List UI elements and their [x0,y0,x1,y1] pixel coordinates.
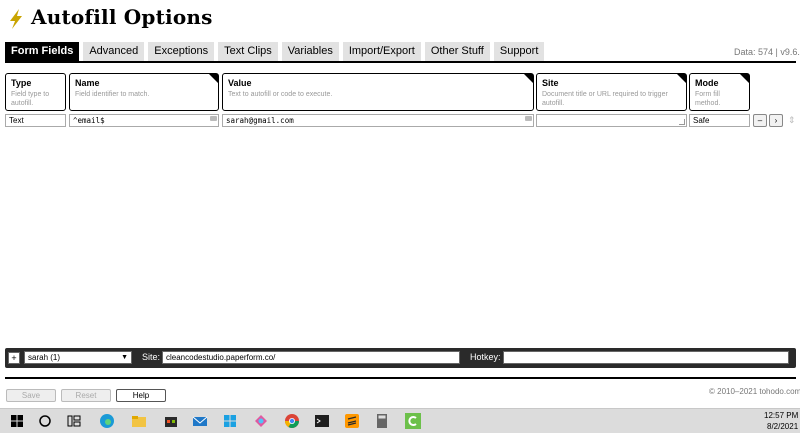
resize-handle-icon[interactable] [679,119,685,125]
drag-handle-icon[interactable]: ⇕ [788,115,796,126]
column-name-desc: Field identifier to match. [75,91,150,98]
column-type-desc: Field type to autofill. [11,91,50,107]
column-site-title: Site [542,78,559,88]
column-name: Name Field identifier to match. [69,73,219,111]
mail-icon[interactable] [191,412,209,430]
tab-exceptions[interactable]: Exceptions [148,42,215,61]
windows-start-icon[interactable] [8,412,26,430]
column-value-desc: Text to autofill or code to execute. [228,91,333,98]
clock-date[interactable]: 8/2/2021 [767,422,798,431]
expand-editor-icon[interactable] [210,116,217,121]
column-site: Site Document title or URL required to t… [536,73,687,111]
tab-import-export[interactable]: Import/Export [342,42,421,61]
add-profile-button[interactable]: + [8,352,20,364]
tab-support[interactable]: Support [493,42,545,61]
task-view-icon[interactable] [65,412,83,430]
name-field[interactable]: ^email$ [69,114,219,127]
site-field[interactable] [536,114,687,127]
page-title: Autofill Options [31,5,213,29]
column-value: Value Text to autofill or code to execut… [222,73,534,111]
version-label: v9.6.6 [780,47,800,57]
paint-app-icon[interactable] [252,412,270,430]
profile-selected: sarah (1) [28,353,61,362]
value-text: sarah@gmail.com [226,116,294,125]
sort-corner-icon[interactable] [209,74,218,83]
sort-corner-icon[interactable] [677,74,686,83]
tab-text-clips[interactable]: Text Clips [218,42,278,61]
tab-bar: Form Fields Advanced Exceptions Text Cli… [5,42,545,61]
hotkey-input[interactable] [503,351,789,364]
remove-rule-button[interactable]: – [753,114,767,127]
tab-divider [5,61,796,63]
store-icon[interactable] [162,412,180,430]
profile-site-label: Site: [142,352,161,362]
column-name-title: Name [75,78,100,88]
taskbar [0,408,800,433]
info-separator: | [775,47,778,57]
file-explorer-icon[interactable] [130,412,148,430]
column-mode: Mode Form fill method. [689,73,750,111]
add-rule-button[interactable]: › [769,114,783,127]
calculator-icon[interactable] [373,412,391,430]
tab-advanced[interactable]: Advanced [83,42,145,61]
footer-divider [5,377,796,379]
help-button[interactable]: Help [116,389,166,402]
data-info: Data: 574 | v9.6.6 [734,47,800,57]
camtasia-icon[interactable] [404,412,422,430]
profile-select[interactable]: sarah (1) ▼ [24,351,132,364]
name-value: ^email$ [73,116,105,125]
profile-site-input[interactable]: cleancodestudio.paperform.co/ [162,351,460,364]
clock-time[interactable]: 12:57 PM [764,411,798,420]
column-mode-desc: Form fill method. [695,91,721,107]
reset-button[interactable]: Reset [61,389,111,402]
value-field[interactable]: sarah@gmail.com [222,114,534,127]
edge-browser-icon[interactable] [98,412,116,430]
save-button[interactable]: Save [6,389,56,402]
terminal-icon[interactable] [313,412,331,430]
hotkey-label: Hotkey: [470,352,501,362]
expand-editor-icon[interactable] [525,116,532,121]
tab-other-stuff[interactable]: Other Stuff [424,42,490,61]
mode-select[interactable]: Safe [689,114,750,127]
column-type-title: Type [11,78,32,88]
windows-app-icon[interactable] [221,412,239,430]
column-value-title: Value [228,78,252,88]
column-site-desc: Document title or URL required to trigge… [542,91,668,107]
tab-variables[interactable]: Variables [281,42,339,61]
column-type: Type Field type to autofill. [5,73,66,111]
column-mode-title: Mode [695,78,719,88]
data-count: Data: 574 [734,47,774,57]
type-select[interactable]: Text [5,114,66,127]
tab-form-fields[interactable]: Form Fields [5,42,80,61]
sort-corner-icon[interactable] [740,74,749,83]
lightning-logo-icon [10,9,22,29]
copyright: © 2010–2021 tohodo.com [709,387,800,396]
chrome-icon[interactable] [283,412,301,430]
chevron-down-icon: ▼ [121,354,128,361]
sublime-text-icon[interactable] [343,412,361,430]
search-icon[interactable] [36,412,54,430]
sort-corner-icon[interactable] [524,74,533,83]
